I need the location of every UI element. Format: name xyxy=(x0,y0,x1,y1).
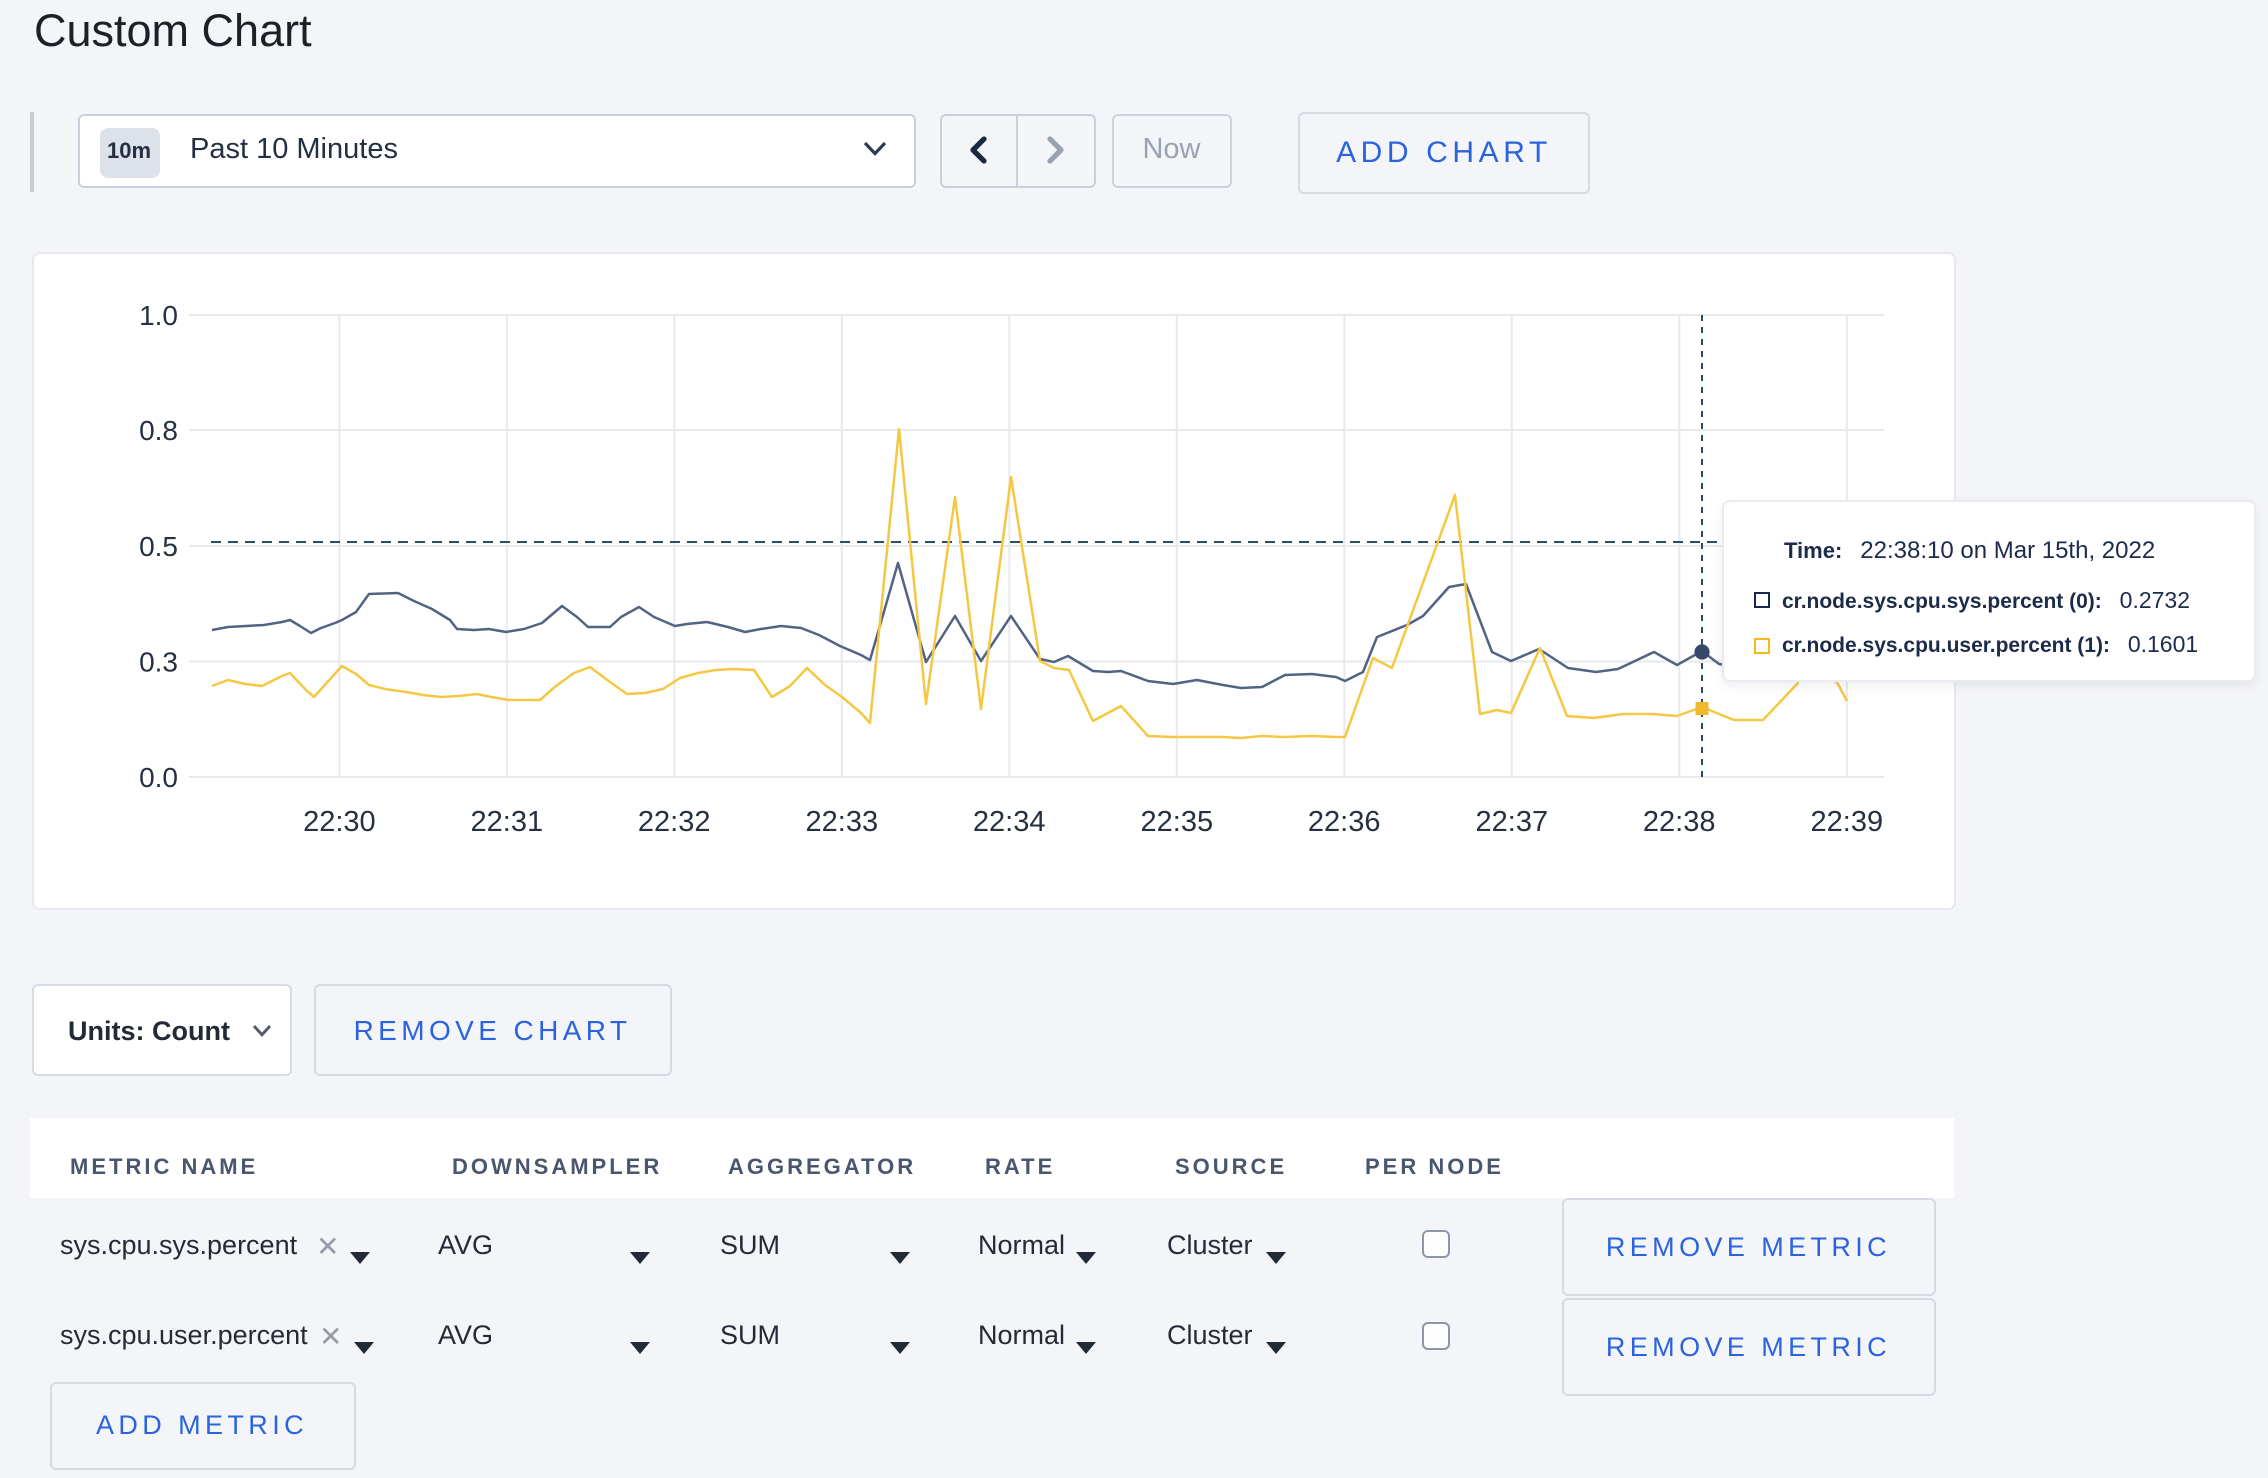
svg-text:1.0: 1.0 xyxy=(139,300,178,331)
svg-text:0.5: 0.5 xyxy=(139,531,178,562)
svg-text:22:31: 22:31 xyxy=(471,806,544,838)
svg-text:22:32: 22:32 xyxy=(638,806,711,838)
svg-text:22:34: 22:34 xyxy=(973,806,1046,838)
svg-text:22:38: 22:38 xyxy=(1643,806,1716,838)
svg-text:22:37: 22:37 xyxy=(1476,806,1549,838)
svg-text:0.0: 0.0 xyxy=(139,762,178,793)
svg-text:0.8: 0.8 xyxy=(139,415,178,446)
svg-text:22:30: 22:30 xyxy=(303,806,376,838)
svg-text:22:35: 22:35 xyxy=(1141,806,1214,838)
svg-text:22:33: 22:33 xyxy=(806,806,879,838)
svg-text:22:36: 22:36 xyxy=(1308,806,1381,838)
svg-text:22:39: 22:39 xyxy=(1811,806,1884,838)
svg-text:0.3: 0.3 xyxy=(139,647,178,678)
